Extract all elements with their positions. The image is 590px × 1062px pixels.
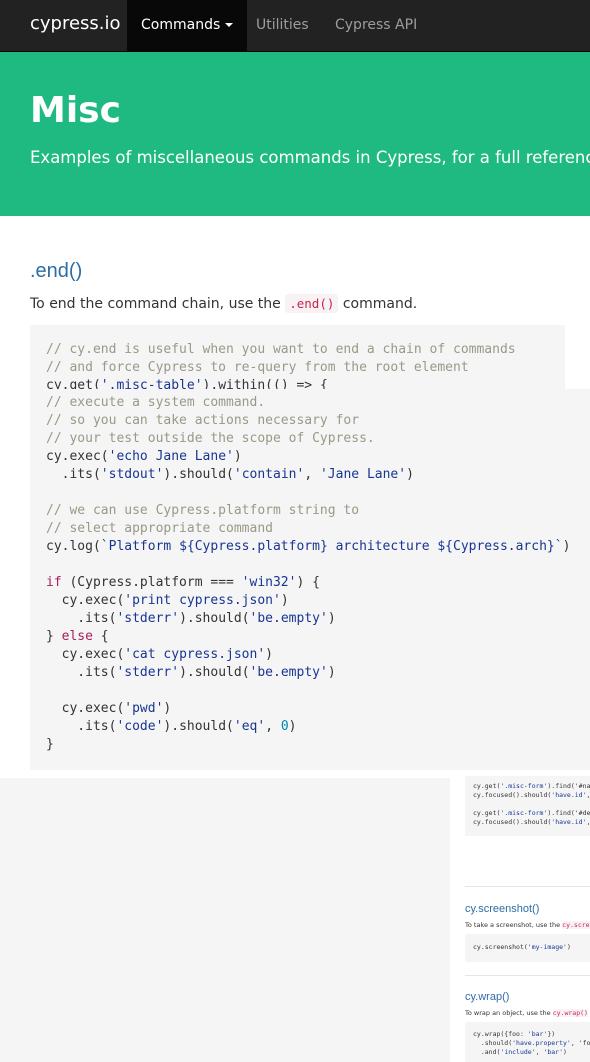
inline-code: cy.scre bbox=[562, 921, 590, 929]
divider bbox=[465, 886, 590, 887]
page-subtitle: Examples of miscellaneous commands in Cy… bbox=[30, 148, 590, 167]
code-text: cy.get('.misc-form').find('#na cy.focuse… bbox=[473, 782, 590, 826]
section-description-end: To end the command chain, use the .end()… bbox=[30, 294, 418, 313]
nav-utilities-link[interactable]: Utilities bbox=[256, 0, 309, 51]
code-text: // cy.end is useful when you want to end… bbox=[46, 342, 516, 389]
thumb-desc-screenshot: To take a screenshot, use the cy.scre bbox=[465, 921, 590, 929]
thumb-title-screenshot[interactable]: cy.screenshot() bbox=[465, 903, 539, 915]
desc-text: To take a screenshot, use the bbox=[465, 921, 563, 929]
nav-cypress-api-link[interactable]: Cypress API bbox=[335, 0, 417, 51]
nav-commands-dropdown[interactable]: Commands bbox=[127, 0, 248, 51]
navbar: cypress.io Commands Utilities Cypress AP… bbox=[0, 0, 590, 52]
desc-text: To wrap an object, use the bbox=[465, 1009, 553, 1017]
code-text: cy.screenshot('my-image') bbox=[473, 943, 571, 951]
thumb-title-wrap[interactable]: cy.wrap() bbox=[465, 991, 509, 1003]
brand-link[interactable]: cypress.io bbox=[30, 13, 121, 34]
desc-text: To end the command chain, use the bbox=[30, 296, 286, 312]
thumb-code-block-wrap: cy.wrap({foo: 'bar'}) .should('have.prop… bbox=[465, 1022, 590, 1062]
section-title-end[interactable]: .end() bbox=[30, 260, 82, 283]
code-text: // execute a system command. // so you c… bbox=[46, 395, 571, 752]
thumb-code-block-focused: cy.get('.misc-form').find('#na cy.focuse… bbox=[465, 776, 590, 836]
code-block-end: // cy.end is useful when you want to end… bbox=[30, 325, 565, 389]
hero-banner: Misc Examples of miscellaneous commands … bbox=[0, 52, 590, 216]
divider bbox=[465, 975, 590, 976]
desc-text-after: command. bbox=[338, 296, 418, 312]
code-text: cy.wrap({foo: 'bar'}) .should('have.prop… bbox=[473, 1030, 590, 1056]
thumb-code-block-screenshot: cy.screenshot('my-image') bbox=[465, 934, 590, 962]
nav-commands-label: Commands bbox=[141, 17, 221, 33]
background-panel bbox=[0, 778, 450, 1062]
page-thumbnail: cy.get('.misc-form').find('#na cy.focuse… bbox=[450, 770, 590, 1062]
code-block-exec: // execute a system command. // so you c… bbox=[30, 389, 590, 770]
page-title: Misc bbox=[30, 90, 121, 131]
caret-down-icon bbox=[225, 23, 234, 27]
inline-code: cy.wrap() bbox=[552, 1009, 588, 1017]
thumb-desc-wrap: To wrap an object, use the cy.wrap() bbox=[465, 1009, 588, 1017]
inline-code: .end() bbox=[285, 294, 339, 313]
